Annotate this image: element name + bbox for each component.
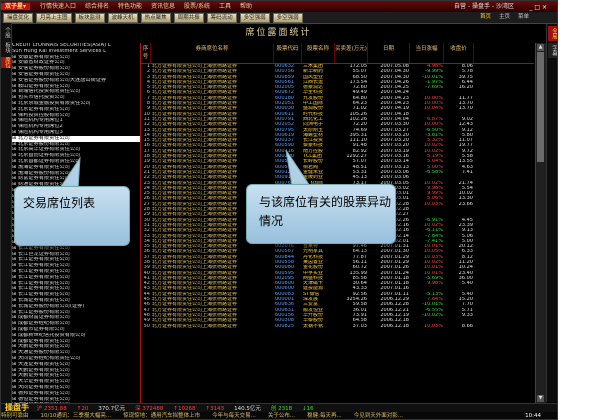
callout-stock-activity: 与该席位有关的股票异动情况 [246, 184, 396, 244]
callout-seat-list: 交易席位列表 [14, 186, 130, 246]
